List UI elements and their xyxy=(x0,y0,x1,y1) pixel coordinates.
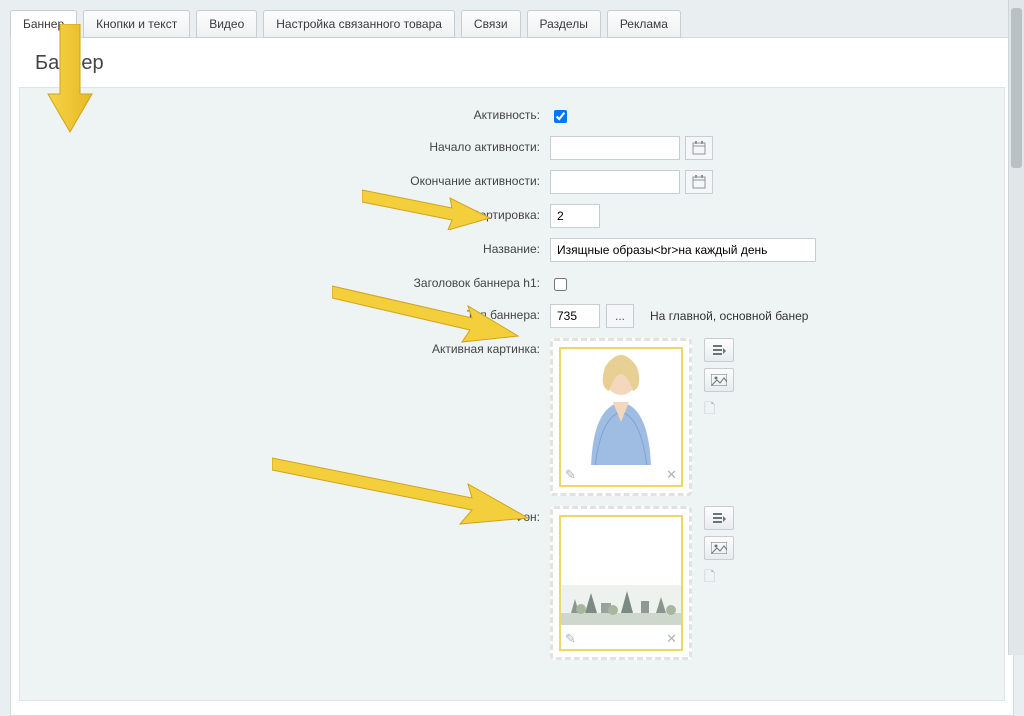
checkbox-activity[interactable] xyxy=(554,110,567,123)
close-icon[interactable]: ✕ xyxy=(666,631,677,647)
label-activity: Активность: xyxy=(30,104,550,126)
label-fon: Фон: xyxy=(30,506,550,528)
list-view-button[interactable] xyxy=(704,338,734,362)
input-end-date[interactable] xyxy=(550,170,680,194)
image-uploader-fon[interactable]: ✎ ✕ xyxy=(550,506,692,660)
scrollbar-thumb[interactable] xyxy=(1011,8,1022,168)
scrollbar[interactable] xyxy=(1008,0,1024,655)
type-text: На главной, основной банер xyxy=(650,304,808,328)
form-panel: Активность: Начало активности: Окончание… xyxy=(19,87,1005,701)
preview-active-image xyxy=(561,349,681,465)
tab-links[interactable]: Связи xyxy=(461,10,521,38)
input-start-date[interactable] xyxy=(550,136,680,160)
calendar-icon[interactable] xyxy=(685,136,713,160)
image-uploader-active[interactable]: ✎ ✕ xyxy=(550,338,692,496)
page-title: Баннер xyxy=(35,52,1005,75)
document-icon[interactable]: 🗋 xyxy=(704,566,734,590)
calendar-icon[interactable] xyxy=(685,170,713,194)
label-end: Окончание активности: xyxy=(30,170,550,192)
tab-panel: Баннер Активность: Начало активности: Ок… xyxy=(10,37,1014,716)
picture-icon[interactable] xyxy=(704,368,734,392)
tab-sections[interactable]: Разделы xyxy=(527,10,601,38)
tab-buttons-text[interactable]: Кнопки и текст xyxy=(83,10,190,38)
label-active-picture: Активная картинка: xyxy=(30,338,550,360)
tab-banner[interactable]: Баннер xyxy=(10,10,77,38)
document-icon[interactable]: 🗋 xyxy=(704,398,734,422)
label-type: Тип баннера: xyxy=(30,304,550,326)
label-sort: Сортировка: xyxy=(30,204,550,226)
list-view-button[interactable] xyxy=(704,506,734,530)
edit-icon[interactable]: ✎ xyxy=(565,467,576,483)
input-name[interactable] xyxy=(550,238,816,262)
label-name: Название: xyxy=(30,238,550,260)
tab-related-product[interactable]: Настройка связанного товара xyxy=(263,10,455,38)
preview-fon-image xyxy=(561,517,681,629)
label-start: Начало активности: xyxy=(30,136,550,158)
tab-bar: Баннер Кнопки и текст Видео Настройка св… xyxy=(10,10,1014,38)
edit-icon[interactable]: ✎ xyxy=(565,631,576,647)
input-type-id[interactable] xyxy=(550,304,600,328)
label-h1: Заголовок баннера h1: xyxy=(30,272,550,294)
checkbox-h1[interactable] xyxy=(554,278,567,291)
tab-ads[interactable]: Реклама xyxy=(607,10,681,38)
picture-icon[interactable] xyxy=(704,536,734,560)
tab-video[interactable]: Видео xyxy=(196,10,257,38)
close-icon[interactable]: ✕ xyxy=(666,467,677,483)
browse-type-button[interactable]: ... xyxy=(606,304,634,328)
input-sort[interactable] xyxy=(550,204,600,228)
